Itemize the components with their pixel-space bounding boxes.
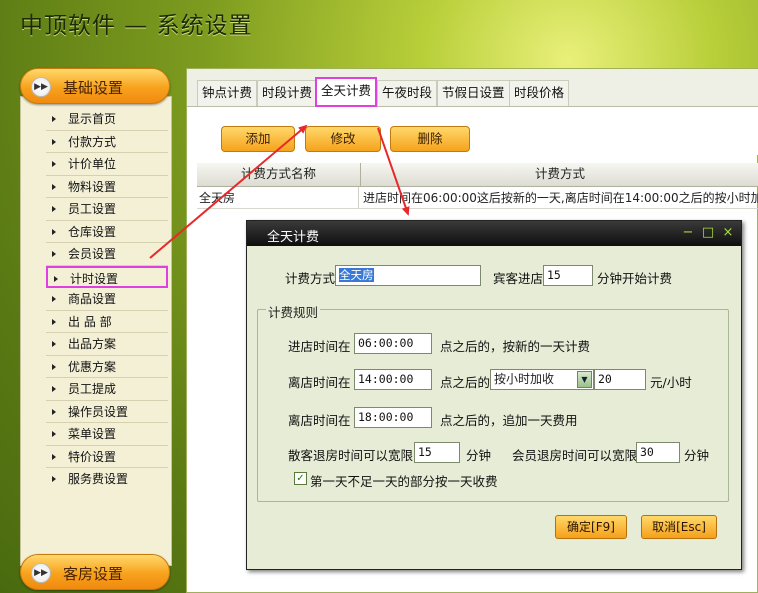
checkout2-time-label: 离店时间在 bbox=[288, 413, 351, 428]
guest-arrival-minutes-input[interactable]: 15 bbox=[543, 265, 593, 286]
ok-button[interactable]: 确定[F9] bbox=[555, 515, 627, 539]
dialog-title-bar: 全天计费 − □ × bbox=[247, 221, 741, 246]
checkout-rate-input[interactable]: 20 bbox=[594, 369, 646, 390]
guest-arrival-suffix: 分钟开始计费 bbox=[597, 271, 673, 286]
member-grace-unit: 分钟 bbox=[684, 448, 710, 463]
sidebar-item-outlet-plan[interactable]: 出品方案 bbox=[46, 333, 168, 356]
minimize-icon[interactable]: − bbox=[681, 225, 695, 240]
sidebar-item-commission[interactable]: 员工提成 bbox=[46, 378, 168, 401]
caret-right-icon bbox=[52, 138, 56, 145]
category-basic-settings-button[interactable]: ▶▶ 基础设置 bbox=[20, 68, 170, 104]
edit-button[interactable]: 修改 bbox=[305, 126, 381, 152]
sidebar-item-specials[interactable]: 特价设置 bbox=[46, 446, 168, 468]
guest-grace-unit: 分钟 bbox=[466, 448, 492, 463]
category-room-settings-button[interactable]: ▶▶ 客房设置 bbox=[20, 554, 170, 590]
checkout2-time-input[interactable]: 18:00:00 bbox=[354, 407, 432, 428]
delete-button[interactable]: 删除 bbox=[390, 126, 470, 152]
partial-day-label: 第一天不足一天的部分按一天收费 bbox=[310, 474, 498, 489]
close-icon[interactable]: × bbox=[721, 225, 735, 240]
checkout-time-label: 离店时间在 bbox=[288, 375, 351, 390]
table-cell-name: 全天房 bbox=[199, 187, 359, 209]
caret-right-icon bbox=[52, 476, 56, 482]
add-button[interactable]: 添加 bbox=[221, 126, 295, 152]
caret-right-icon bbox=[52, 206, 56, 212]
sidebar-item-service-fee[interactable]: 服务费设置 bbox=[46, 468, 168, 491]
table-row[interactable]: 全天房 进店时间在06:00:00这后按新的一天,离店时间在14:00:00之后… bbox=[197, 187, 758, 209]
checkin-time-suffix: 点之后的，按新的一天计费 bbox=[440, 339, 591, 354]
sidebar-item-materials[interactable]: 物料设置 bbox=[46, 176, 168, 198]
guest-grace-label: 散客退房时间可以宽限 bbox=[288, 448, 414, 463]
sidebar-item-products[interactable]: 商品设置 bbox=[46, 288, 168, 311]
table-header: 计费方式名称 计费方式 bbox=[197, 163, 758, 187]
caret-right-icon bbox=[52, 161, 56, 167]
full-day-billing-dialog: 全天计费 − □ × 计费方式 全天房 宾客进店 15 分钟开始计费 计费规则 … bbox=[246, 220, 742, 570]
sidebar-menu: 显示首页 付款方式 计价单位 物料设置 员工设置 仓库设置 会员设置 计时设置 … bbox=[46, 108, 168, 491]
sidebar: ▶▶ 基础设置 显示首页 付款方式 计价单位 物料设置 员工设置 仓库设置 会员… bbox=[20, 68, 172, 593]
tab-bar: 钟点计费 时段计费 全天计费 午夜时段 节假日设置 时段价格 bbox=[187, 69, 758, 107]
partial-day-checkbox[interactable]: ✓ bbox=[294, 472, 307, 485]
billing-method-input[interactable]: 全天房 bbox=[335, 265, 481, 286]
category-basic-settings-label: 基础设置 bbox=[63, 79, 124, 97]
billing-rules-group: 计费规则 进店时间在 06:00:00 点之后的，按新的一天计费 离店时间在 1… bbox=[257, 302, 729, 502]
sidebar-item-outlet[interactable]: 出 品 部 bbox=[46, 311, 168, 333]
billing-rules-label: 计费规则 bbox=[266, 302, 321, 321]
maximize-icon[interactable]: □ bbox=[701, 225, 715, 240]
billing-method-label: 计费方式 bbox=[285, 271, 336, 286]
member-grace-input[interactable]: 30 bbox=[636, 442, 680, 463]
guest-arrival-label: 宾客进店 bbox=[493, 271, 544, 286]
checkout-mode-select[interactable]: 按小时加收 ▼ bbox=[490, 369, 594, 390]
category-room-settings-label: 客房设置 bbox=[63, 565, 124, 583]
sidebar-item-warehouse[interactable]: 仓库设置 bbox=[46, 221, 168, 243]
sidebar-item-payment[interactable]: 付款方式 bbox=[46, 131, 168, 153]
caret-right-icon bbox=[52, 386, 56, 392]
caret-right-icon bbox=[52, 431, 56, 437]
chevron-down-icon[interactable]: ▼ bbox=[577, 371, 592, 388]
sidebar-item-discounts[interactable]: 优惠方案 bbox=[46, 356, 168, 378]
caret-right-icon bbox=[52, 183, 56, 190]
guest-grace-input[interactable]: 15 bbox=[414, 442, 460, 463]
tab-holiday-settings[interactable]: 节假日设置 bbox=[437, 80, 510, 106]
caret-right-icon bbox=[52, 318, 56, 325]
column-header-method[interactable]: 计费方式 bbox=[361, 163, 758, 187]
sidebar-item-units[interactable]: 计价单位 bbox=[46, 153, 168, 176]
play-icon: ▶▶ bbox=[31, 77, 51, 97]
caret-right-icon bbox=[52, 453, 56, 460]
sidebar-item-members[interactable]: 会员设置 bbox=[46, 243, 168, 266]
caret-right-icon bbox=[54, 275, 58, 282]
dialog-title: 全天计费 bbox=[267, 230, 320, 245]
table-cell-method: 进店时间在06:00:00这后按新的一天,离店时间在14:00:00之后的按小时… bbox=[363, 191, 758, 205]
column-header-name[interactable]: 计费方式名称 bbox=[197, 163, 361, 187]
caret-right-icon bbox=[52, 251, 56, 257]
sidebar-item-menus[interactable]: 菜单设置 bbox=[46, 423, 168, 446]
tab-midnight-period[interactable]: 午夜时段 bbox=[377, 80, 438, 106]
caret-right-icon bbox=[52, 296, 56, 302]
member-grace-label: 会员退房时间可以宽限 bbox=[512, 448, 638, 463]
tab-hourly-billing[interactable]: 钟点计费 bbox=[197, 80, 258, 106]
tab-period-billing[interactable]: 时段计费 bbox=[257, 80, 318, 106]
checkin-time-label: 进店时间在 bbox=[288, 339, 351, 354]
toolbar: 添加 修改 删除 bbox=[187, 107, 758, 155]
checkin-time-input[interactable]: 06:00:00 bbox=[354, 333, 432, 354]
checkout2-time-suffix: 点之后的，追加一天费用 bbox=[440, 413, 578, 428]
play-icon: ▶▶ bbox=[31, 563, 51, 583]
caret-right-icon bbox=[52, 363, 56, 370]
sidebar-item-operators[interactable]: 操作员设置 bbox=[46, 401, 168, 423]
cancel-button[interactable]: 取消[Esc] bbox=[641, 515, 717, 539]
caret-right-icon bbox=[52, 341, 56, 347]
checkout-time-mid-label: 点之后的 bbox=[440, 375, 491, 390]
checkout-time-input[interactable]: 14:00:00 bbox=[354, 369, 432, 390]
sidebar-item-staff[interactable]: 员工设置 bbox=[46, 198, 168, 221]
window-title: 中顶软件 — 系统设置 bbox=[20, 13, 253, 39]
sidebar-item-home[interactable]: 显示首页 bbox=[46, 108, 168, 131]
checkout-rate-unit: 元/小时 bbox=[650, 375, 692, 390]
sidebar-item-timing[interactable]: 计时设置 bbox=[46, 265, 168, 288]
tab-full-day-billing[interactable]: 全天计费 bbox=[315, 77, 378, 107]
app-header: 中顶软件 — 系统设置 bbox=[0, 0, 758, 58]
caret-right-icon bbox=[52, 116, 56, 122]
caret-right-icon bbox=[52, 228, 56, 235]
tab-period-price[interactable]: 时段价格 bbox=[509, 80, 570, 106]
caret-right-icon bbox=[52, 408, 56, 415]
